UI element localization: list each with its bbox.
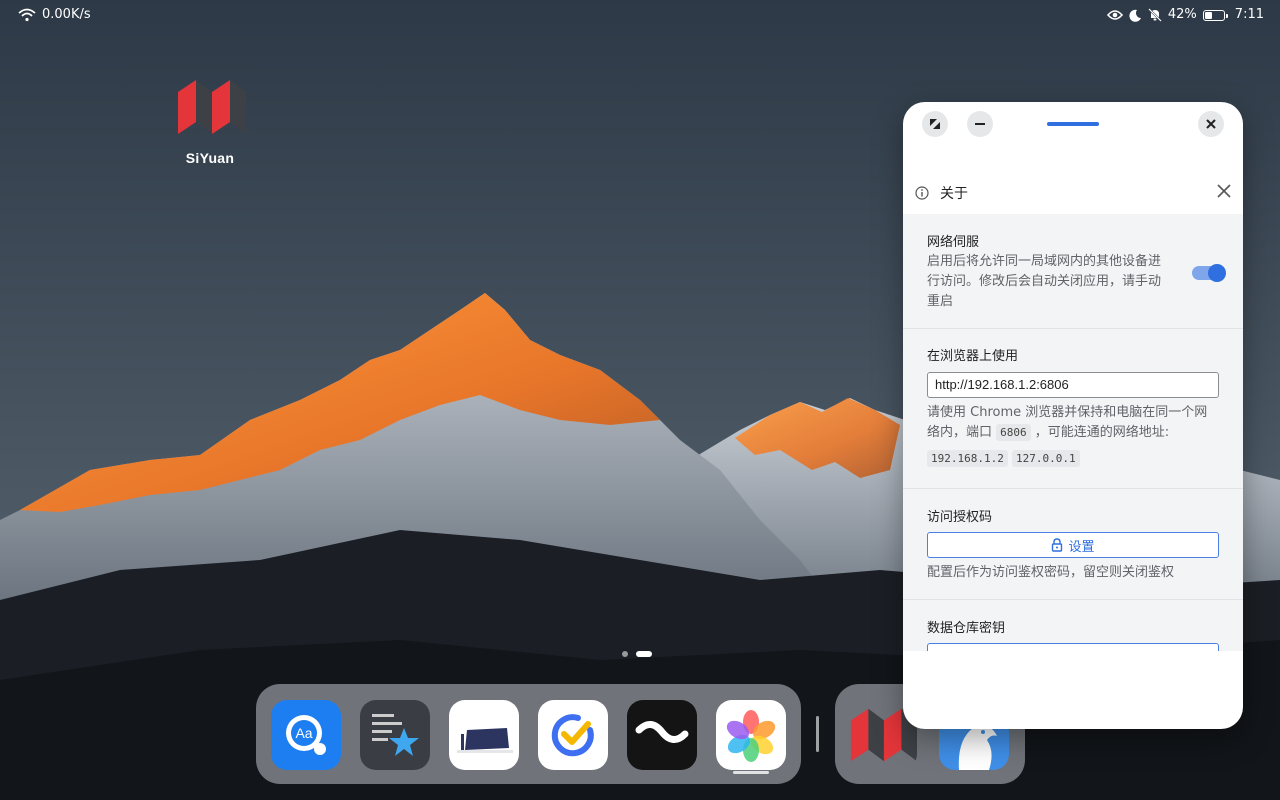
repo-key-title: 数据仓库密钥 — [927, 621, 1006, 636]
window-drag-handle[interactable] — [1047, 122, 1099, 126]
network-serve-title: 网络伺服 — [927, 235, 980, 250]
browser-desc-line: 请使用 Chrome 浏览器并保持和电脑在同一个网 — [927, 405, 1208, 420]
section-network-serve: 网络伺服 启用后将允许同一局域网内的其他设备进 行访问。修改后会自动关闭应用，请… — [903, 214, 1243, 329]
browser-url-input[interactable]: http://192.168.1.2:6806 — [927, 372, 1219, 398]
port-code: 6806 — [996, 424, 1031, 441]
dialog-close-icon[interactable] — [1216, 183, 1232, 199]
window-fullscreen-button[interactable] — [922, 111, 948, 137]
page-dot[interactable] — [622, 651, 628, 657]
browser-desc-text: 络内，端口 — [927, 425, 993, 440]
network-serve-toggle[interactable] — [1192, 264, 1226, 282]
bell-muted-icon — [1148, 8, 1162, 22]
battery-icon — [1202, 9, 1228, 21]
ticktick-app-icon — [551, 714, 594, 757]
status-bar-left: 0.00K/s — [18, 7, 91, 22]
dock-app-wave[interactable] — [627, 700, 697, 770]
dialog-body[interactable]: 网络伺服 启用后将允许同一局域网内的其他设备进 行访问。修改后会自动关闭应用，请… — [903, 214, 1243, 651]
dock-app-dictionary[interactable]: Aa — [271, 700, 341, 770]
repo-key-button[interactable] — [927, 643, 1219, 651]
dock-app-notes[interactable] — [360, 700, 430, 770]
moon-icon — [1129, 9, 1141, 22]
status-bar-right: 42% 7:11 — [1106, 7, 1264, 23]
clock: 7:11 — [1234, 7, 1264, 22]
battery-percent: 42% — [1167, 7, 1197, 22]
network-serve-desc: 启用后将允许同一局域网内的其他设备进 行访问。修改后会自动关闭应用，请手动 重启 — [927, 252, 1182, 312]
section-browser: 在浏览器上使用 http://192.168.1.2:6806 请使用 Chro… — [903, 329, 1243, 489]
running-indicator — [733, 771, 769, 774]
window-close-button[interactable] — [1198, 111, 1224, 137]
browser-desc: 请使用 Chrome 浏览器并保持和电脑在同一个网 络内，端口 6806 ，可能… — [927, 403, 1227, 469]
dialog-title: 关于 — [940, 186, 968, 202]
svg-text:Aa: Aa — [295, 725, 312, 741]
floating-window: 关于 网络伺服 启用后将允许同一局域网内的其他设备进 行访问。修改后会自动关闭应… — [903, 102, 1243, 729]
section-repo-key: 数据仓库密钥 — [903, 600, 1243, 651]
access-code-set-button[interactable]: 设置 — [927, 532, 1219, 558]
dictionary-app-icon: Aa — [286, 715, 326, 755]
address-code[interactable]: 127.0.0.1 — [1012, 450, 1080, 467]
wave-app-icon — [635, 721, 689, 743]
network-serve-desc-line: 重启 — [927, 294, 954, 309]
browser-desc-text: ，可能连通的网络地址: — [1034, 425, 1170, 440]
address-list: 192.168.1.2 127.0.0.1 — [927, 449, 1227, 469]
address-code[interactable]: 192.168.1.2 — [927, 450, 1008, 467]
dock-separator — [816, 716, 819, 752]
browser-title: 在浏览器上使用 — [927, 349, 1019, 364]
browser-desc-line: 络内，端口 6806 ，可能连通的网络地址: — [927, 423, 1227, 443]
access-code-title: 访问授权码 — [927, 510, 993, 525]
dock-app-photos[interactable] — [716, 700, 786, 770]
desktop-app-label: SiYuan — [185, 150, 235, 166]
dock-app-ticktick[interactable] — [538, 700, 608, 770]
lock-icon — [1052, 538, 1063, 552]
notes-star-app-icon — [372, 714, 419, 756]
page-dot-active[interactable] — [636, 651, 652, 657]
dialog-header: 关于 — [903, 174, 1243, 214]
access-code-desc: 配置后作为访问鉴权密码，留空则关闭鉴权 — [927, 565, 1175, 580]
minus-icon — [975, 123, 985, 125]
dock-app-slides[interactable] — [449, 700, 519, 770]
section-access-code: 访问授权码 设置 配置后作为访问鉴权密码，留空则关闭鉴权 — [903, 489, 1243, 600]
eye-icon — [1106, 10, 1123, 20]
siyuan-logo-icon — [178, 80, 246, 134]
dock: Aa — [256, 684, 801, 784]
close-icon — [1206, 119, 1216, 129]
status-bar: 0.00K/s 42% 7:11 — [0, 0, 1280, 30]
expand-icon — [930, 119, 940, 129]
network-serve-desc-line: 启用后将允许同一局域网内的其他设备进 — [927, 254, 1162, 269]
window-minimize-button[interactable] — [967, 111, 993, 137]
network-speed: 0.00K/s — [42, 7, 91, 22]
network-serve-desc-line: 行访问。修改后会自动关闭应用，请手动 — [927, 274, 1162, 289]
info-icon — [915, 186, 929, 200]
photos-app-icon — [726, 710, 776, 762]
battery-fill — [1204, 11, 1212, 19]
desktop-app-siyuan[interactable]: SiYuan — [170, 78, 250, 166]
page-indicator — [622, 651, 652, 657]
toggle-knob — [1208, 264, 1226, 282]
access-code-button-label: 设置 — [1068, 539, 1095, 555]
slides-app-icon — [457, 728, 513, 753]
wifi-icon — [18, 8, 36, 21]
